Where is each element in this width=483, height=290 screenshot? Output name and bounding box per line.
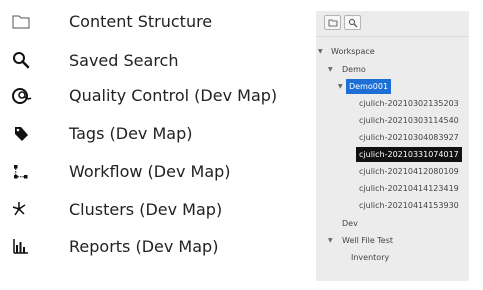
menu-item-clusters[interactable]: Clusters (Dev Map) xyxy=(0,193,300,227)
folder-icon xyxy=(10,11,32,33)
tree-node-child[interactable]: cjulich-20210412080109 xyxy=(356,164,462,179)
menu-item-workflow[interactable]: Workflow (Dev Map) xyxy=(0,155,300,189)
tree-node-label: cjulich-20210304083927 xyxy=(359,133,459,142)
menu-item-label: Quality Control (Dev Map) xyxy=(69,86,278,105)
tree-node-label: cjulich-20210302135203 xyxy=(359,99,459,108)
tree-node-child[interactable]: cjulich-20210304083927 xyxy=(356,130,462,145)
tree-node-label: Demo001 xyxy=(346,79,392,94)
tree-node-well-file-test[interactable]: ▼ Well File Test xyxy=(328,233,396,248)
search-icon xyxy=(349,19,358,28)
tree-node-inventory[interactable]: Inventory xyxy=(348,250,392,265)
tree-node-child-highlighted[interactable]: cjulich-20210331074017 xyxy=(356,147,462,162)
tree-node-label: cjulich-20210414153930 xyxy=(359,201,459,210)
navigation-menu: Content Structure Saved Search Quality C… xyxy=(0,0,300,290)
menu-item-reports[interactable]: Reports (Dev Map) xyxy=(0,230,300,264)
search-button[interactable] xyxy=(344,15,361,30)
tag-icon xyxy=(10,123,32,145)
menu-item-label: Reports (Dev Map) xyxy=(69,237,219,256)
expanded-caret-icon[interactable]: ▼ xyxy=(328,233,333,248)
content-tree-panel: ▼ Workspace ▼ Demo ▼ Demo001 cjulich-202… xyxy=(316,11,469,281)
tree-node-label: Workspace xyxy=(331,47,375,56)
bar-chart-icon xyxy=(10,236,32,258)
tree-node-child[interactable]: cjulich-20210414153930 xyxy=(356,198,462,213)
expanded-caret-icon[interactable]: ▼ xyxy=(328,62,333,77)
tree-node-label: Well File Test xyxy=(342,236,394,245)
menu-item-label: Tags (Dev Map) xyxy=(69,124,193,143)
menu-item-label: Workflow (Dev Map) xyxy=(69,162,231,181)
expanded-caret-icon[interactable]: ▼ xyxy=(338,79,343,94)
tree-node-label: cjulich-20210331074017 xyxy=(356,147,462,162)
tree-node-label: Dev xyxy=(342,219,358,228)
tree-node-dev[interactable]: Dev xyxy=(339,216,361,231)
tree-node-child[interactable]: cjulich-20210303114540 xyxy=(356,113,462,128)
tree-node-label: cjulich-20210414123419 xyxy=(359,184,459,193)
folder-icon xyxy=(328,19,338,27)
menu-item-content-structure[interactable]: Content Structure xyxy=(0,5,300,39)
folder-button[interactable] xyxy=(324,15,341,30)
tree-node-demo[interactable]: ▼ Demo xyxy=(328,62,369,77)
tree-node-label: cjulich-20210303114540 xyxy=(359,116,459,125)
workflow-icon xyxy=(10,161,32,183)
tree-node-demo001[interactable]: ▼ Demo001 xyxy=(338,79,392,94)
divider xyxy=(316,36,469,37)
tree-node-child[interactable]: cjulich-20210414123419 xyxy=(356,181,462,196)
menu-item-quality-control[interactable]: Quality Control (Dev Map) xyxy=(0,79,300,113)
quality-control-icon xyxy=(10,85,32,107)
menu-item-label: Clusters (Dev Map) xyxy=(69,200,223,219)
menu-item-label: Content Structure xyxy=(69,12,213,31)
tree-toolbar xyxy=(316,11,469,33)
menu-item-label: Saved Search xyxy=(69,51,179,70)
expanded-caret-icon[interactable]: ▼ xyxy=(318,44,323,59)
menu-item-tags[interactable]: Tags (Dev Map) xyxy=(0,117,300,151)
search-icon xyxy=(10,50,32,72)
tree-node-workspace[interactable]: ▼ Workspace xyxy=(318,44,378,59)
tree-node-label: Demo xyxy=(342,65,366,74)
tree-node-label: cjulich-20210412080109 xyxy=(359,167,459,176)
tree-node-child[interactable]: cjulich-20210302135203 xyxy=(356,96,462,111)
clusters-icon xyxy=(10,199,32,221)
tree-node-label: Inventory xyxy=(351,253,390,262)
menu-item-saved-search[interactable]: Saved Search xyxy=(0,44,300,78)
